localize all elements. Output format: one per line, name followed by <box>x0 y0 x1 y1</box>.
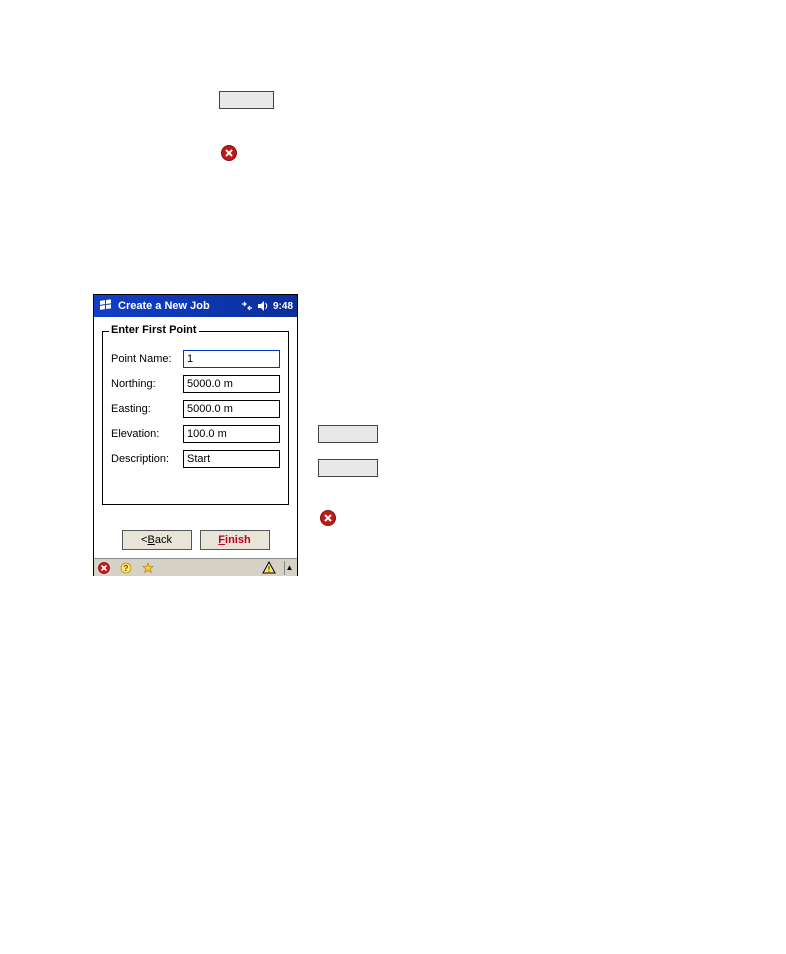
pda-bottombar: ? ! ▲ <box>94 558 297 576</box>
row-elevation: Elevation: <box>111 425 280 443</box>
window-title: Create a New Job <box>118 300 241 312</box>
error-icon <box>320 510 336 526</box>
floating-button-top[interactable] <box>219 91 274 109</box>
help-icon[interactable]: ? <box>119 561 133 575</box>
back-button[interactable]: < Back <box>122 530 192 550</box>
back-mnemonic: B <box>147 534 154 546</box>
elevation-input[interactable] <box>183 425 280 443</box>
point-name-input[interactable] <box>183 350 280 368</box>
description-input[interactable] <box>183 450 280 468</box>
point-name-label: Point Name: <box>111 353 183 365</box>
wizard-buttons: < Back Finish <box>94 530 297 550</box>
speaker-icon <box>257 301 269 311</box>
easting-input[interactable] <box>183 400 280 418</box>
svg-text:!: ! <box>268 565 271 574</box>
back-suffix: ack <box>155 534 172 546</box>
close-icon[interactable] <box>97 561 111 575</box>
pda-titlebar: Create a New Job 9:48 <box>94 295 297 317</box>
enter-first-point-group: Enter First Point Point Name: Northing: … <box>102 331 289 505</box>
finish-mnemonic: F <box>218 534 225 546</box>
finish-suffix: inish <box>225 534 251 546</box>
group-legend: Enter First Point <box>109 324 199 336</box>
northing-input[interactable] <box>183 375 280 393</box>
row-description: Description: <box>111 450 280 468</box>
favorite-icon[interactable] <box>141 561 155 575</box>
pda-window: Create a New Job 9:48 Enter First Point … <box>93 294 298 576</box>
easting-label: Easting: <box>111 403 183 415</box>
svg-text:?: ? <box>124 564 129 573</box>
error-icon <box>221 145 237 161</box>
elevation-label: Elevation: <box>111 428 183 440</box>
finish-button[interactable]: Finish <box>200 530 270 550</box>
description-label: Description: <box>111 453 183 465</box>
floating-button-mid-b[interactable] <box>318 459 378 477</box>
floating-button-mid-a[interactable] <box>318 425 378 443</box>
northing-label: Northing: <box>111 378 183 390</box>
status-area: 9:48 <box>241 301 293 312</box>
windows-start-icon[interactable] <box>98 298 114 314</box>
sip-up-arrow[interactable]: ▲ <box>284 561 294 575</box>
warning-icon[interactable]: ! <box>262 561 276 575</box>
row-point-name: Point Name: <box>111 350 280 368</box>
connectivity-icon <box>241 301 253 311</box>
row-northing: Northing: <box>111 375 280 393</box>
row-easting: Easting: <box>111 400 280 418</box>
pda-body: Enter First Point Point Name: Northing: … <box>94 317 297 558</box>
clock-time: 9:48 <box>273 301 293 312</box>
